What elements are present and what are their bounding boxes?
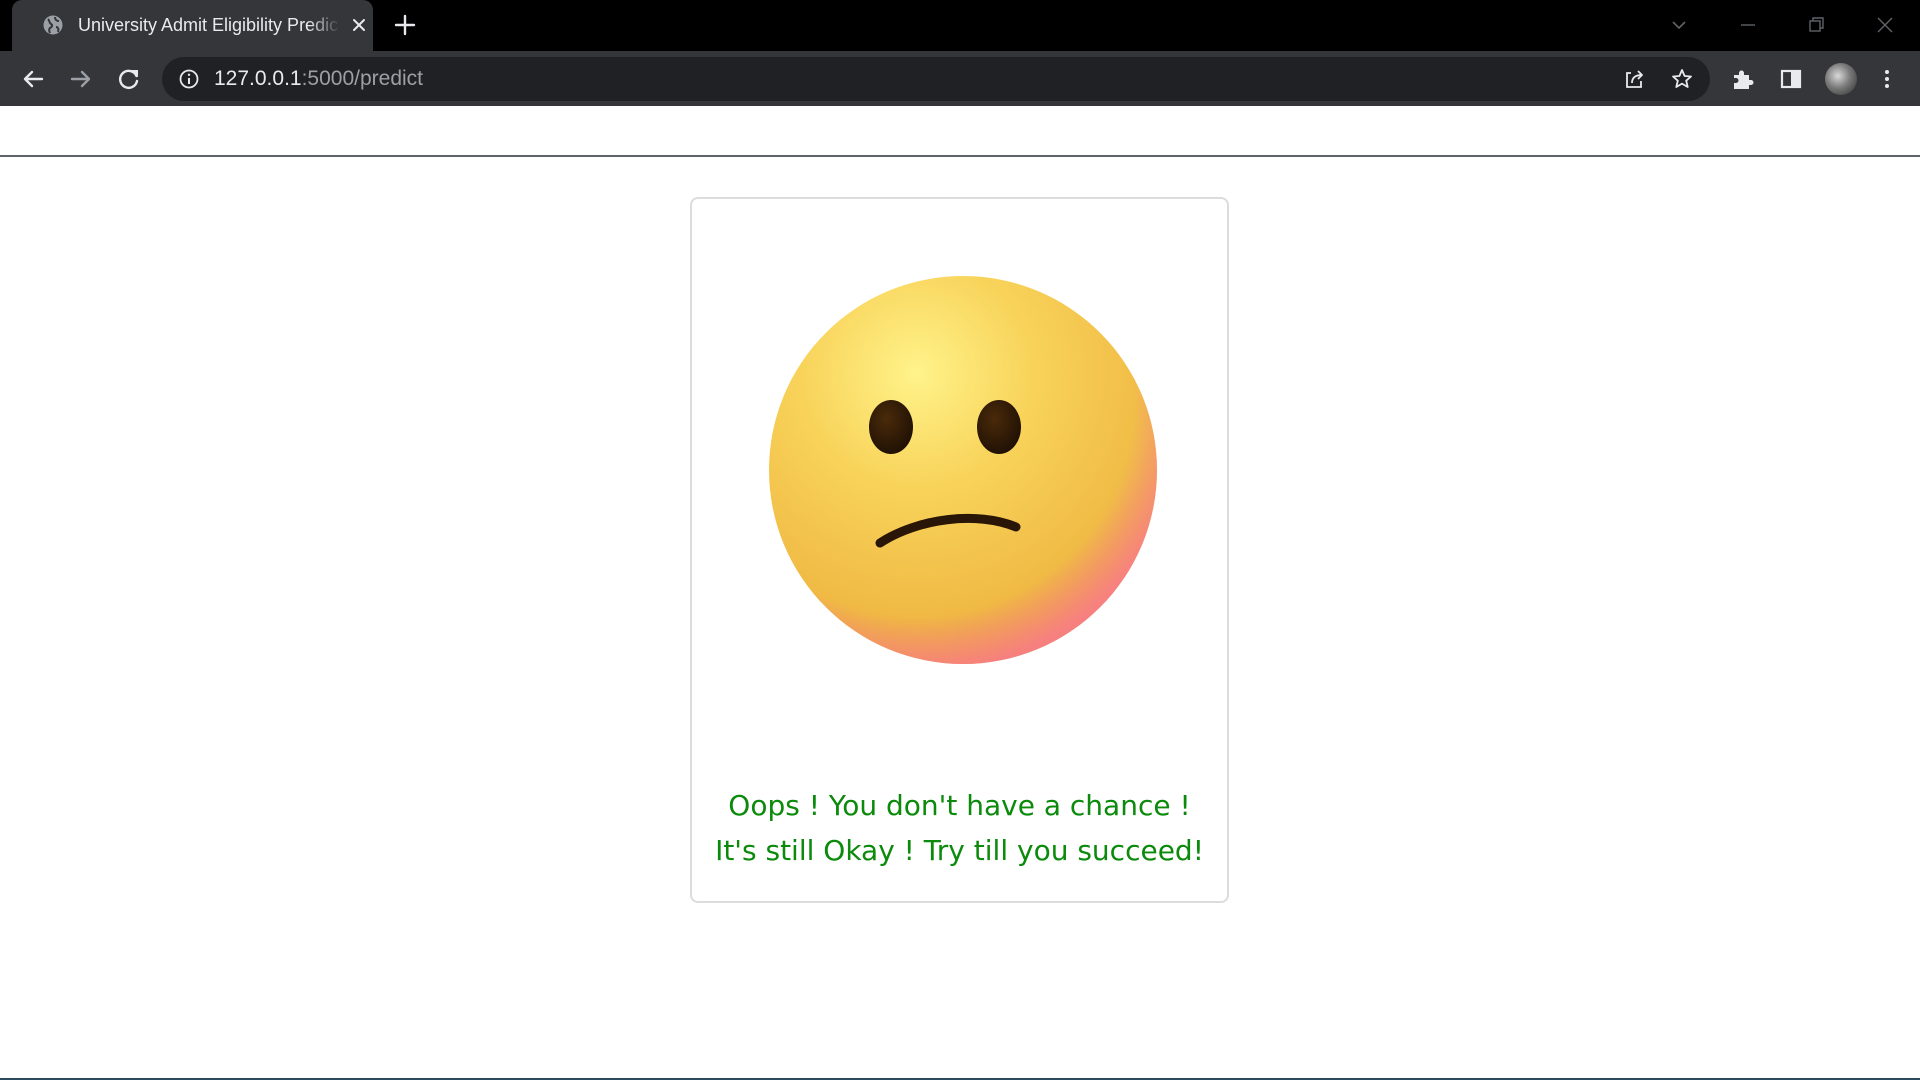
- minimize-icon[interactable]: [1733, 10, 1763, 40]
- prediction-result-card: Oops ! You don't have a chance ! It's st…: [690, 197, 1229, 903]
- bookmark-star-icon[interactable]: [1670, 67, 1694, 91]
- restore-icon[interactable]: [1801, 10, 1831, 40]
- tab-search-chevron-down-icon[interactable]: [1664, 10, 1694, 40]
- browser-tab[interactable]: University Admit Eligibility Predictor: [12, 0, 373, 51]
- reload-icon[interactable]: [114, 64, 144, 94]
- address-bar[interactable]: 127.0.0.1:5000/predict: [162, 57, 1710, 101]
- result-message-line-1: Oops ! You don't have a chance !: [728, 789, 1191, 822]
- extensions-puzzle-icon[interactable]: [1728, 64, 1758, 94]
- url-path: :5000/predict: [301, 67, 424, 90]
- side-panel-icon[interactable]: [1776, 64, 1806, 94]
- tab-title: University Admit Eligibility Predictor: [78, 15, 340, 35]
- close-tab-icon[interactable]: [348, 14, 370, 36]
- toolbar-divider: [0, 155, 1920, 157]
- more-options-menu-icon[interactable]: [1872, 64, 1902, 94]
- share-icon[interactable]: [1622, 67, 1646, 91]
- new-tab-plus-icon[interactable]: [392, 12, 418, 38]
- url-text: 127.0.0.1:5000/predict: [214, 67, 423, 91]
- browser-title-bar: University Admit Eligibility Predictor: [0, 0, 1920, 51]
- result-message: Oops ! You don't have a chance ! It's st…: [692, 783, 1227, 873]
- confused-face-emoji-icon: [769, 276, 1157, 664]
- close-window-icon[interactable]: [1870, 10, 1900, 40]
- result-message-line-2: It's still Okay ! Try till you succeed!: [715, 834, 1204, 867]
- back-arrow-icon[interactable]: [18, 64, 48, 94]
- site-info-icon[interactable]: [178, 68, 200, 90]
- url-host: 127.0.0.1: [214, 67, 302, 90]
- globe-icon: [43, 15, 63, 35]
- browser-toolbar: 127.0.0.1:5000/predict: [0, 51, 1920, 157]
- forward-arrow-icon[interactable]: [66, 64, 96, 94]
- profile-avatar[interactable]: [1825, 63, 1857, 95]
